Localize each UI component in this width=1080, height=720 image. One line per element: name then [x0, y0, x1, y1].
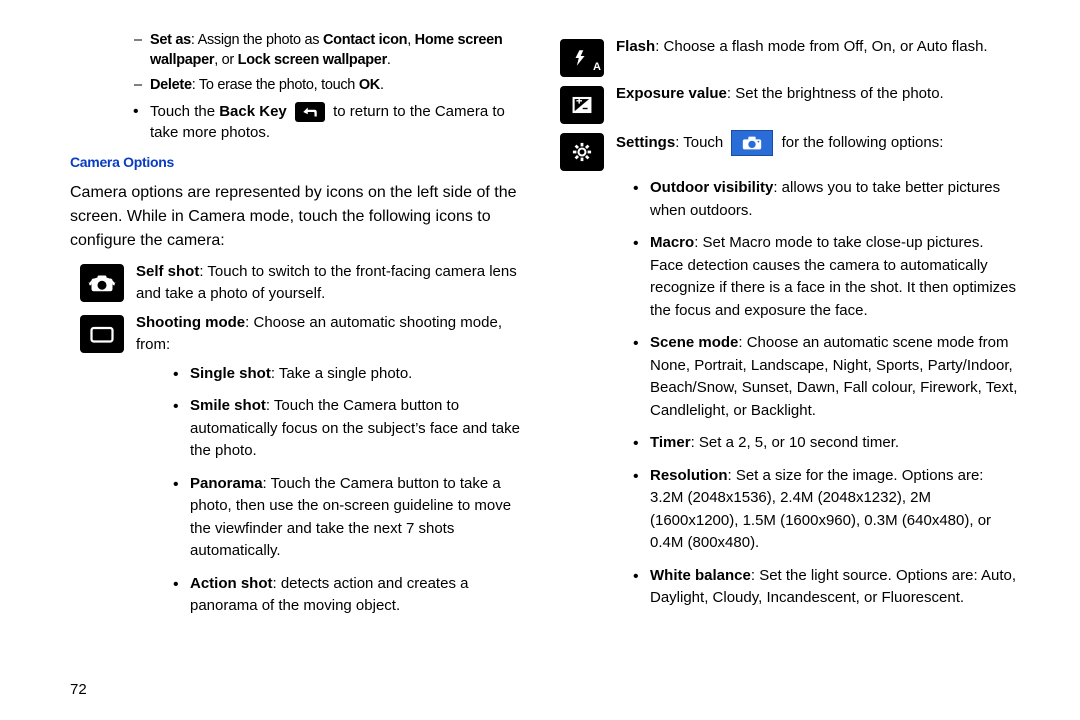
- settings-label: Settings: [616, 134, 675, 151]
- delete-ok: OK: [359, 77, 380, 93]
- right-column: A Flash: Choose a flash mode from Off, O…: [540, 30, 1060, 710]
- delete-rest: : To erase the photo, touch: [192, 77, 359, 93]
- set-as-rest: : Assign the photo as: [191, 32, 323, 48]
- opt-outdoor: Outdoor visibility: allows you to take b…: [650, 177, 1020, 222]
- shooting-mode-row: Shooting mode: Choose an automatic shoot…: [80, 312, 530, 357]
- set-as-b1: Contact icon: [323, 32, 407, 48]
- flash-desc: Flash: Choose a flash mode from Off, On,…: [616, 36, 1020, 59]
- self-shot-desc: Self shot: Touch to switch to the front-…: [136, 261, 530, 306]
- shooting-mode-desc: Shooting mode: Choose an automatic shoot…: [136, 312, 530, 357]
- self-shot-icon: [80, 264, 124, 302]
- set-as-item: Set as: Assign the photo as Contact icon…: [150, 30, 530, 71]
- self-shot-label: Self shot: [136, 263, 199, 280]
- section-camera-options: Camera Options: [70, 153, 530, 173]
- back-key-bullet: Touch the Back Key to return to the Came…: [150, 101, 530, 143]
- page-number: 72: [70, 679, 87, 700]
- shooting-mode-label: Shooting mode: [136, 314, 245, 331]
- opt-timer: Timer: Set a 2, 5, or 10 second timer.: [650, 432, 1020, 455]
- exposure-icon: [560, 86, 604, 124]
- delete-item: Delete: To erase the photo, touch OK.: [150, 75, 530, 95]
- shooting-mode-icon: [80, 315, 124, 353]
- flash-label: Flash: [616, 38, 655, 55]
- exposure-desc: Exposure value: Set the brightness of th…: [616, 83, 1020, 106]
- flash-row: A Flash: Choose a flash mode from Off, O…: [560, 36, 1020, 77]
- intro-para: Camera options are represented by icons …: [70, 181, 530, 253]
- self-shot-row: Self shot: Touch to switch to the front-…: [80, 261, 530, 306]
- back-key-icon: [295, 102, 325, 122]
- back-key-label: Back Key: [219, 103, 291, 120]
- opt-whitebalance: White balance: Set the light source. Opt…: [650, 565, 1020, 610]
- flash-auto-badge: A: [593, 60, 601, 75]
- delete-label: Delete: [150, 77, 192, 93]
- set-as-label: Set as: [150, 32, 191, 48]
- left-column: Set as: Assign the photo as Contact icon…: [20, 30, 540, 710]
- camera-inline-icon: [731, 130, 773, 156]
- settings-desc: Settings: Touch for the following option…: [616, 130, 1020, 156]
- page: Set as: Assign the photo as Contact icon…: [0, 0, 1080, 720]
- mode-action: Action shot: detects action and creates …: [190, 573, 530, 618]
- opt-scene: Scene mode: Choose an automatic scene mo…: [650, 332, 1020, 422]
- settings-row: Settings: Touch for the following option…: [560, 130, 1020, 171]
- exposure-row: Exposure value: Set the brightness of th…: [560, 83, 1020, 124]
- mode-smile: Smile shot: Touch the Camera button to a…: [190, 395, 530, 463]
- settings-icon: [560, 133, 604, 171]
- opt-resolution: Resolution: Set a size for the image. Op…: [650, 465, 1020, 555]
- exposure-label: Exposure value: [616, 85, 727, 102]
- shooting-mode-list: Single shot: Take a single photo. Smile …: [160, 363, 530, 618]
- dash-list: Set as: Assign the photo as Contact icon…: [70, 30, 530, 95]
- back-bullet-list: Touch the Back Key to return to the Came…: [70, 101, 530, 143]
- set-as-b3: Lock screen wallpaper: [238, 52, 387, 68]
- opt-macro: Macro: Set Macro mode to take close-up p…: [650, 232, 1020, 322]
- settings-options-list: Outdoor visibility: allows you to take b…: [620, 177, 1020, 610]
- mode-panorama: Panorama: Touch the Camera button to tak…: [190, 473, 530, 563]
- mode-single: Single shot: Take a single photo.: [190, 363, 530, 386]
- flash-icon: A: [560, 39, 604, 77]
